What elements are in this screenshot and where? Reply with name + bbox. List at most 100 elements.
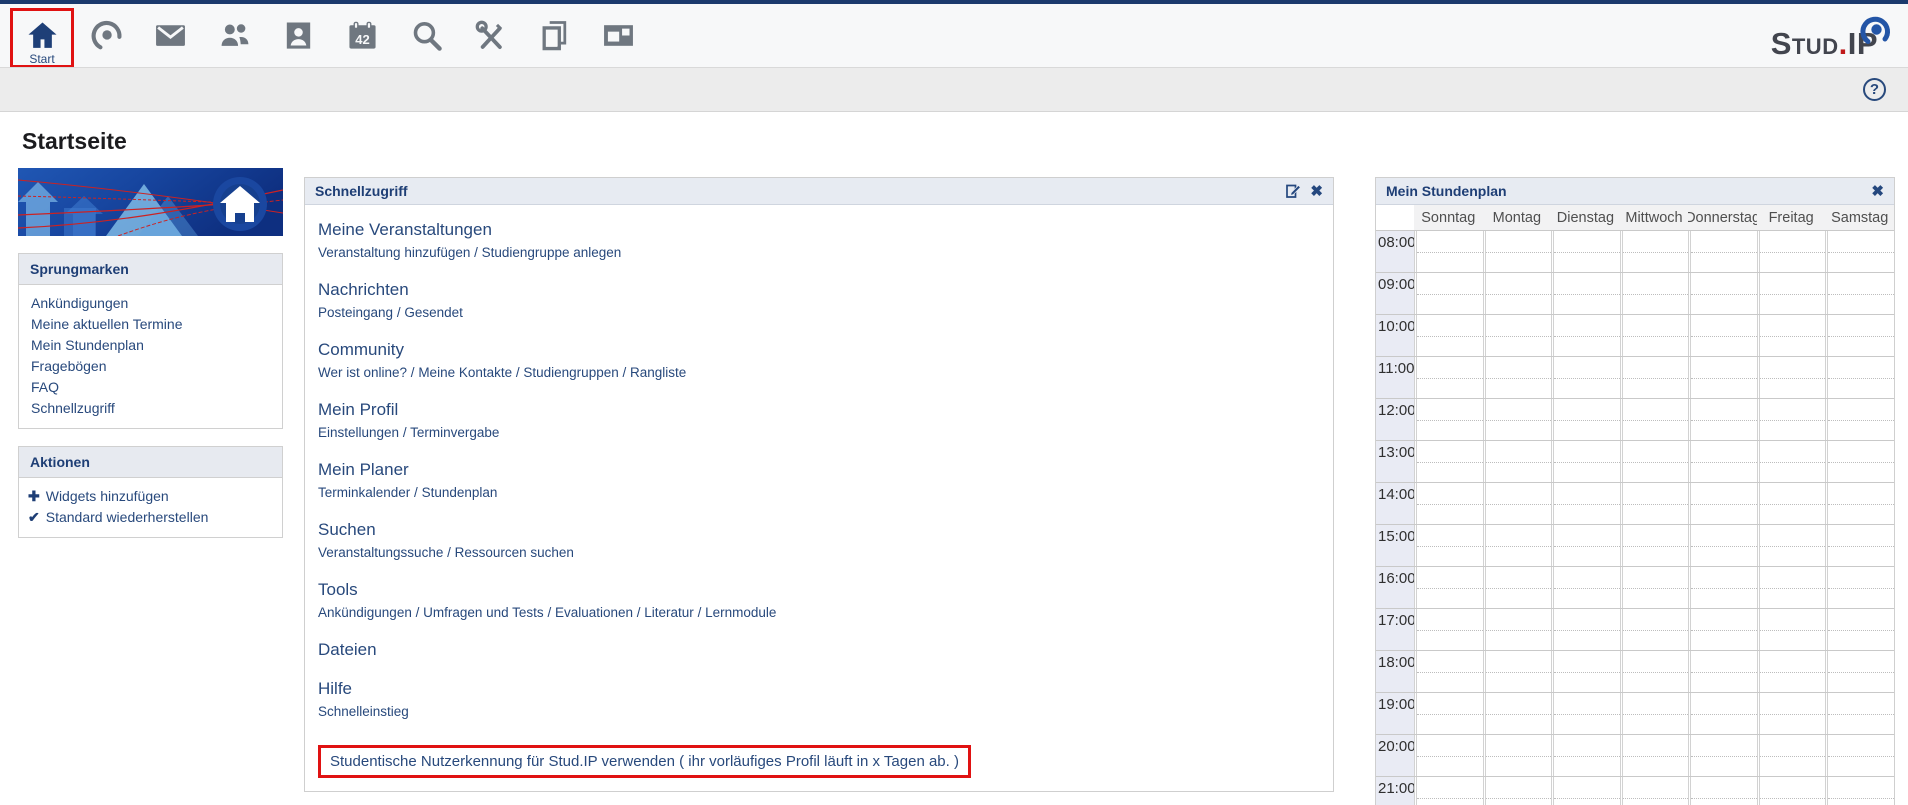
section-links: Terminkalender / Stundenplan bbox=[318, 485, 1320, 501]
quick-link[interactable]: Literatur bbox=[644, 605, 694, 620]
timetable-cell bbox=[1688, 777, 1757, 805]
section-title-link[interactable]: Nachrichten bbox=[318, 280, 409, 300]
timetable-cell bbox=[1825, 441, 1894, 482]
section-title-link[interactable]: Mein Planer bbox=[318, 460, 409, 480]
timetable-cell bbox=[1757, 693, 1826, 734]
section-links: Posteingang / Gesendet bbox=[318, 305, 1320, 321]
timetable-cell bbox=[1620, 525, 1689, 566]
studip-logo[interactable]: Stud.IP bbox=[1771, 28, 1878, 60]
timetable-corner-cell bbox=[1376, 205, 1414, 230]
section-title-link[interactable]: Hilfe bbox=[318, 679, 352, 699]
quick-link[interactable]: Einstellungen bbox=[318, 425, 399, 440]
quick-link[interactable]: Umfragen und Tests bbox=[423, 605, 544, 620]
nav-item-files[interactable] bbox=[522, 8, 586, 68]
student-account-notice-link[interactable]: Studentische Nutzerkennung für Stud.IP v… bbox=[318, 745, 971, 778]
timetable-cell bbox=[1414, 567, 1483, 608]
timetable-cell bbox=[1757, 399, 1826, 440]
section-links: Veranstaltung hinzufügen / Studiengruppe… bbox=[318, 245, 1320, 261]
jump-link[interactable]: FAQ bbox=[19, 377, 282, 398]
section-title-link[interactable]: Community bbox=[318, 340, 404, 360]
nav-item-bulletin-board[interactable] bbox=[586, 8, 650, 68]
timetable-cell bbox=[1688, 273, 1757, 314]
quick-link[interactable]: Gesendet bbox=[404, 305, 463, 320]
day-header: Dienstag bbox=[1551, 205, 1620, 230]
nav-item-whats-new[interactable] bbox=[74, 8, 138, 68]
timetable-cell bbox=[1414, 735, 1483, 776]
timetable-row: 13:00 bbox=[1376, 440, 1894, 482]
timetable-cell bbox=[1757, 735, 1826, 776]
nav-item-tools[interactable] bbox=[458, 8, 522, 68]
quick-link[interactable]: Schnelleinstieg bbox=[318, 704, 409, 719]
timetable-cell bbox=[1688, 735, 1757, 776]
quick-access-section: Mein Planer Terminkalender / Stundenplan bbox=[318, 460, 1320, 501]
nav-item-profile[interactable] bbox=[266, 8, 330, 68]
time-label: 10:00 bbox=[1376, 315, 1414, 356]
timetable-row: 09:00 bbox=[1376, 272, 1894, 314]
action-link[interactable]: ✚Widgets hinzufügen bbox=[19, 486, 282, 507]
quick-link[interactable]: Posteingang bbox=[318, 305, 393, 320]
quick-link[interactable]: Terminvergabe bbox=[410, 425, 499, 440]
section-title-link[interactable]: Meine Veranstaltungen bbox=[318, 220, 492, 240]
section-title-link[interactable]: Suchen bbox=[318, 520, 376, 540]
quick-link[interactable]: Lernmodule bbox=[705, 605, 776, 620]
jump-link[interactable]: Schnellzugriff bbox=[19, 398, 282, 419]
nav-item-planner[interactable]: 42 bbox=[330, 8, 394, 68]
quick-link[interactable]: Wer ist online? bbox=[318, 365, 407, 380]
jump-link[interactable]: Fragebögen bbox=[19, 356, 282, 377]
timetable-cell bbox=[1620, 315, 1689, 356]
quick-link[interactable]: Meine Kontakte bbox=[418, 365, 512, 380]
jump-link[interactable]: Ankündigungen bbox=[19, 293, 282, 314]
jump-link[interactable]: Mein Stundenplan bbox=[19, 335, 282, 356]
timetable-cell bbox=[1414, 609, 1483, 650]
timetable-cell bbox=[1414, 399, 1483, 440]
nav-item-messages[interactable] bbox=[138, 8, 202, 68]
timetable-cell bbox=[1620, 273, 1689, 314]
timetable-cell bbox=[1551, 777, 1620, 805]
community-icon bbox=[218, 19, 251, 52]
quick-link[interactable]: Studiengruppe anlegen bbox=[482, 245, 622, 260]
timetable-widget: Mein Stundenplan ✖ SonntagMontagDienstag… bbox=[1375, 177, 1895, 805]
jump-link[interactable]: Meine aktuellen Termine bbox=[19, 314, 282, 335]
timetable-cell bbox=[1825, 777, 1894, 805]
quick-link[interactable]: Ressourcen suchen bbox=[455, 545, 574, 560]
action-link[interactable]: ✔Standard wiederherstellen bbox=[19, 507, 282, 528]
quick-link[interactable]: Evaluationen bbox=[555, 605, 633, 620]
quick-link[interactable]: Ankündigungen bbox=[318, 605, 412, 620]
quick-access-section: Dateien bbox=[318, 640, 1320, 660]
timetable-cell bbox=[1620, 693, 1689, 734]
timetable-cell bbox=[1620, 735, 1689, 776]
section-title-link[interactable]: Dateien bbox=[318, 640, 377, 660]
timetable-cell bbox=[1483, 567, 1552, 608]
logo-dot: . bbox=[1839, 26, 1848, 61]
quick-link[interactable]: Rangliste bbox=[630, 365, 686, 380]
action-label: Widgets hinzufügen bbox=[46, 488, 169, 505]
section-links: Ankündigungen / Umfragen und Tests / Eva… bbox=[318, 605, 1320, 621]
section-title-link[interactable]: Mein Profil bbox=[318, 400, 398, 420]
quick-access-section: Meine Veranstaltungen Veranstaltung hinzu… bbox=[318, 220, 1320, 261]
timetable-cell bbox=[1688, 231, 1757, 272]
timetable-row: 17:00 bbox=[1376, 608, 1894, 650]
jump-marks-title: Sprungmarken bbox=[19, 254, 282, 285]
nav-item-start[interactable]: Start bbox=[10, 8, 74, 68]
whats-new-icon bbox=[90, 19, 123, 52]
timetable-cell bbox=[1757, 651, 1826, 692]
quick-link[interactable]: Veranstaltung hinzufügen bbox=[318, 245, 470, 260]
quick-link[interactable]: Stundenplan bbox=[422, 485, 498, 500]
timetable-cell bbox=[1551, 525, 1620, 566]
timetable-cell bbox=[1825, 231, 1894, 272]
nav-item-search[interactable] bbox=[394, 8, 458, 68]
edit-widget-icon[interactable] bbox=[1285, 183, 1301, 199]
timetable-cell bbox=[1483, 315, 1552, 356]
quick-link[interactable]: Studiengruppen bbox=[523, 365, 618, 380]
timetable-cell bbox=[1757, 483, 1826, 524]
timetable-cell bbox=[1414, 315, 1483, 356]
close-widget-icon[interactable]: ✖ bbox=[1871, 184, 1884, 199]
quick-link[interactable]: Veranstaltungssuche bbox=[318, 545, 443, 560]
close-widget-icon[interactable]: ✖ bbox=[1310, 184, 1323, 199]
help-button[interactable]: ? bbox=[1863, 78, 1886, 101]
section-title-link[interactable]: Tools bbox=[318, 580, 358, 600]
nav-item-community[interactable] bbox=[202, 8, 266, 68]
timetable-cell bbox=[1483, 441, 1552, 482]
quick-access-title: Schnellzugriff bbox=[315, 183, 1285, 199]
quick-link[interactable]: Terminkalender bbox=[318, 485, 410, 500]
